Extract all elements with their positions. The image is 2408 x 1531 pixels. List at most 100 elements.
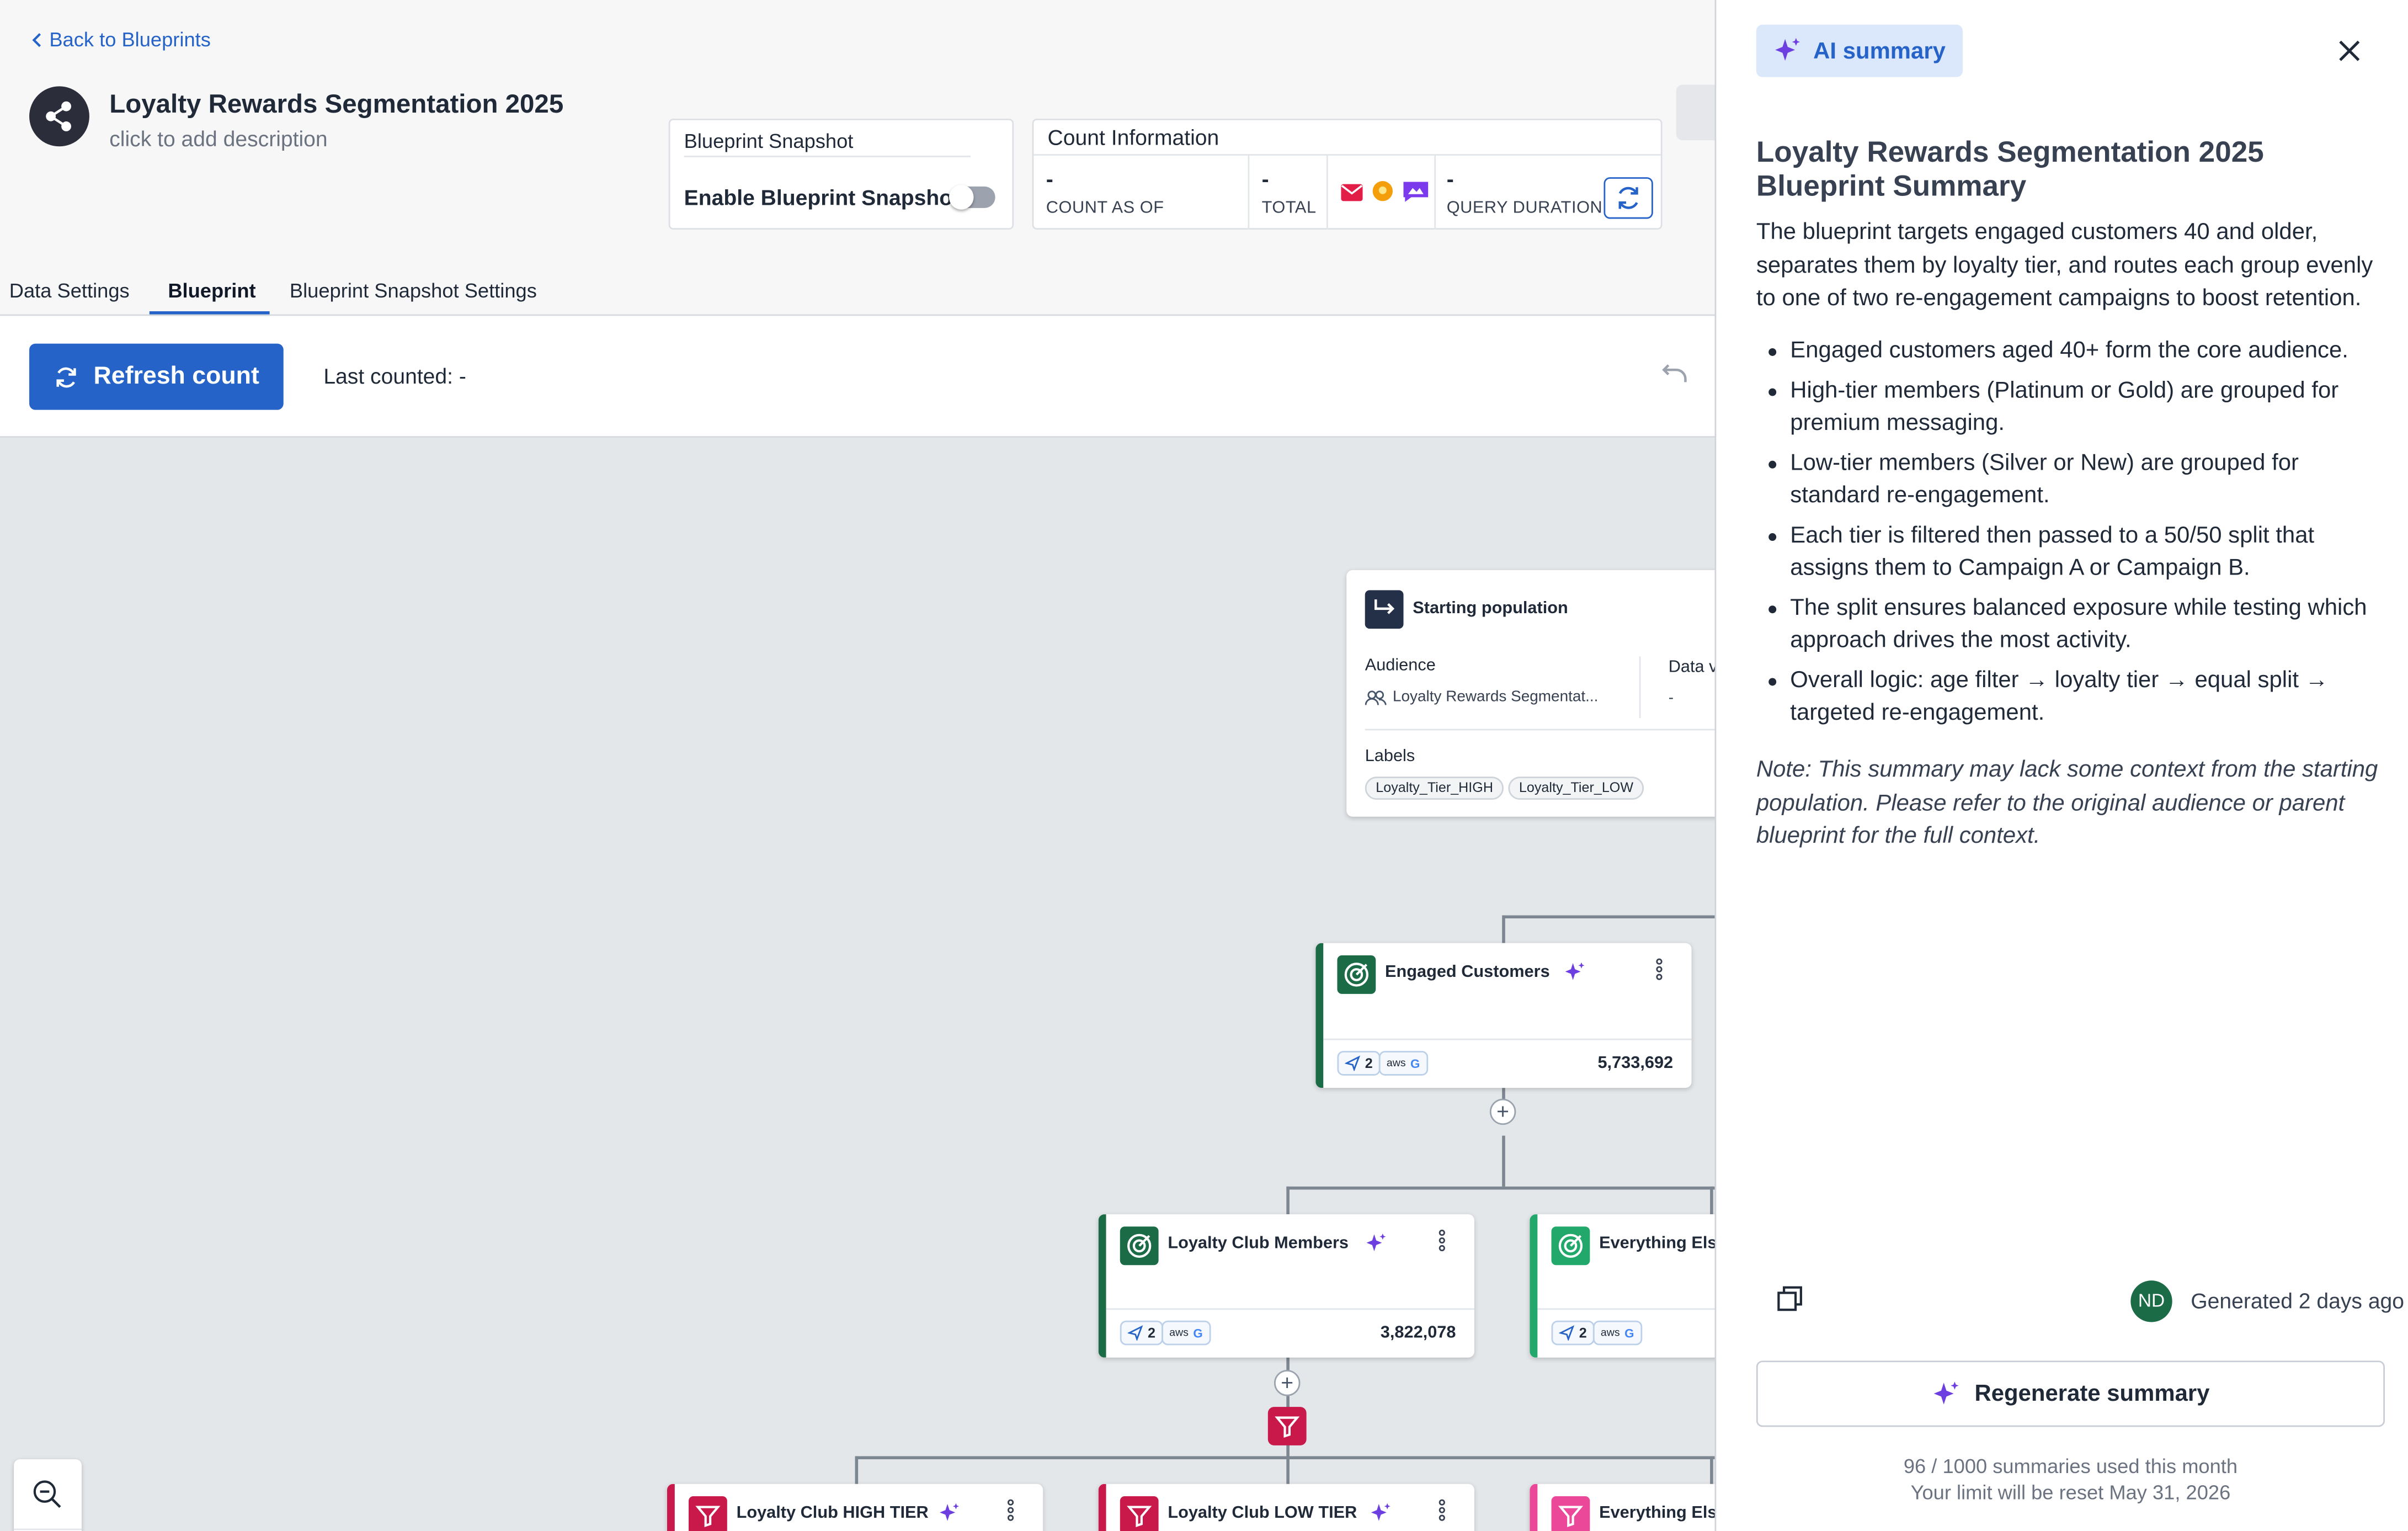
aws-icon: aws (1600, 1327, 1620, 1338)
zoom-controls (14, 1459, 82, 1531)
ai-sparkle-icon (1933, 1381, 1958, 1404)
tab-blueprint-snapshot-settings[interactable]: Blueprint Snapshot Settings (290, 279, 537, 302)
node-count: 5,733,692 (1597, 1054, 1674, 1073)
generated-timestamp: Generated 2 days ago (2191, 1288, 2405, 1313)
filter-icon (1551, 1496, 1590, 1531)
avatar: ND (2130, 1280, 2172, 1322)
summary-bullet: Engaged customers aged 40+ form the core… (1756, 334, 2394, 368)
labels-heading: Labels (1365, 747, 1415, 766)
ai-sparkle-icon (1365, 1233, 1387, 1262)
target-icon (1551, 1226, 1590, 1266)
usage-count: 96 / 1000 summaries used this month (1903, 1454, 2238, 1478)
node-title: Loyalty Club HIGH TIER (736, 1503, 929, 1523)
channel-chips: 2 aws G (1551, 1320, 1642, 1346)
node-title: Engaged Customers (1385, 963, 1550, 982)
more-menu-icon[interactable] (1439, 1230, 1445, 1253)
email-icon (1340, 182, 1363, 201)
more-menu-icon[interactable] (1439, 1499, 1445, 1523)
page-title: Loyalty Rewards Segmentation 2025 (109, 89, 564, 119)
back-link-label: Back to Blueprints (49, 28, 211, 51)
filter-icon (1120, 1496, 1159, 1531)
refresh-count-info-button[interactable] (1603, 177, 1653, 219)
aws-icon: aws (1386, 1057, 1406, 1069)
more-menu-icon[interactable] (1007, 1499, 1014, 1523)
blueprint-icon (29, 86, 89, 147)
chevron-left-icon (32, 32, 41, 46)
blueprint-canvas[interactable]: Starting population Audience Loyalty Rew… (0, 437, 1715, 1531)
everything-else-filter-node[interactable]: Everything Els (1530, 1484, 1715, 1531)
add-node-button[interactable]: + (1274, 1370, 1301, 1396)
push-notification-icon (1371, 180, 1394, 204)
channel-chips: 2 aws G (1120, 1320, 1211, 1346)
channel-chips: 2 aws G (1337, 1051, 1428, 1076)
summary-bullet: The split ensures balanced exposure whil… (1756, 591, 2394, 657)
undo-icon[interactable] (1656, 364, 1690, 389)
more-menu-icon[interactable] (1656, 958, 1663, 982)
refresh-icon (56, 366, 76, 387)
engaged-customers-node[interactable]: Engaged Customers 2 aws G 5,733,692 (1315, 943, 1692, 1088)
refresh-count-label: Refresh count (93, 363, 259, 389)
zoom-out-icon[interactable] (33, 1479, 63, 1518)
provider-chip: aws G (1592, 1320, 1642, 1346)
description-field[interactable]: click to add description (109, 126, 327, 151)
send-icon (1127, 1325, 1143, 1341)
add-node-button[interactable]: + (1489, 1098, 1516, 1125)
summary-bullet: Low-tier members (Silver or New) are gro… (1756, 446, 2394, 512)
summary-note: Note: This summary may lack some context… (1756, 756, 2378, 849)
ai-summary-panel: AI summary Loyalty Rewards Segmentation … (1714, 0, 2408, 1531)
channel-count-chip: 2 (1120, 1320, 1164, 1346)
limit-reset: Your limit will be reset May 31, 2026 (1910, 1481, 2231, 1504)
filter-split-icon[interactable] (1267, 1407, 1307, 1445)
tab-blueprint[interactable]: Blueprint (168, 279, 255, 302)
summary-bullet: High-tier members (Platinum or Gold) are… (1756, 374, 2394, 440)
send-icon (1559, 1325, 1575, 1341)
back-link[interactable]: Back to Blueprints (31, 28, 211, 51)
loyalty-low-tier-node[interactable]: Loyalty Club LOW TIER (1098, 1484, 1474, 1531)
target-icon (1337, 955, 1376, 994)
starting-population-node[interactable]: Starting population Audience Loyalty Rew… (1346, 570, 1715, 817)
arrow-turn-icon (1365, 590, 1404, 629)
ai-sparkle-icon (1564, 961, 1585, 991)
send-icon (1345, 1055, 1361, 1071)
data-label: Data v (1668, 658, 1715, 677)
sms-icon (1402, 180, 1430, 204)
tab-data-settings[interactable]: Data Settings (9, 279, 130, 302)
everything-else-node[interactable]: Everything Els 2 aws G (1530, 1214, 1715, 1358)
node-title: Loyalty Club Members (1168, 1234, 1349, 1253)
filter-icon (689, 1496, 727, 1531)
divider (1033, 154, 1661, 156)
ai-sparkle-icon (938, 1502, 960, 1531)
collapsed-panel-handle[interactable] (1676, 84, 1715, 141)
node-title: Everything Els (1599, 1503, 1715, 1523)
summary-intro: The blueprint targets engaged customers … (1756, 219, 2373, 311)
summary-bullet: Each tier is filtered then passed to a 5… (1756, 519, 2394, 585)
users-icon (1365, 689, 1387, 705)
target-icon (1120, 1226, 1159, 1266)
google-icon: G (1410, 1056, 1420, 1071)
refresh-count-button[interactable]: Refresh count (29, 343, 284, 410)
snapshot-toggle-label: Enable Blueprint Snapshot (684, 185, 960, 210)
google-icon: G (1624, 1326, 1634, 1340)
summary-bullet: Overall logic: age filter → loyalty tier… (1756, 663, 2394, 730)
snapshot-heading: Blueprint Snapshot (684, 129, 854, 153)
loyalty-club-members-node[interactable]: Loyalty Club Members 2 aws G 3,822,078 (1098, 1214, 1474, 1358)
label-chip: Loyalty_Tier_LOW (1508, 777, 1644, 800)
close-icon[interactable] (2336, 37, 2363, 72)
regenerate-summary-button[interactable]: Regenerate summary (1756, 1360, 2385, 1427)
snapshot-toggle[interactable] (949, 185, 995, 210)
loyalty-high-tier-node[interactable]: Loyalty Club HIGH TIER (667, 1484, 1043, 1531)
snapshot-panel: Blueprint Snapshot Enable Blueprint Snap… (668, 118, 1014, 230)
divider (684, 155, 971, 157)
count-info-heading: Count Information (1047, 125, 1219, 150)
count-info-panel: Count Information - COUNT AS OF - TOTAL … (1032, 118, 1663, 230)
count-as-of-label: COUNT AS OF (1046, 199, 1164, 217)
ai-sparkle-icon (1775, 38, 1800, 61)
total-value: - (1261, 166, 1269, 192)
count-as-of-value: - (1046, 166, 1053, 192)
last-counted: Last counted: - (323, 363, 466, 389)
node-title: Everything Els (1599, 1234, 1715, 1253)
copy-icon[interactable] (1776, 1285, 1804, 1321)
node-title: Loyalty Club LOW TIER (1168, 1503, 1357, 1523)
refresh-icon (1618, 187, 1638, 209)
regenerate-summary-label: Regenerate summary (1974, 1380, 2210, 1407)
